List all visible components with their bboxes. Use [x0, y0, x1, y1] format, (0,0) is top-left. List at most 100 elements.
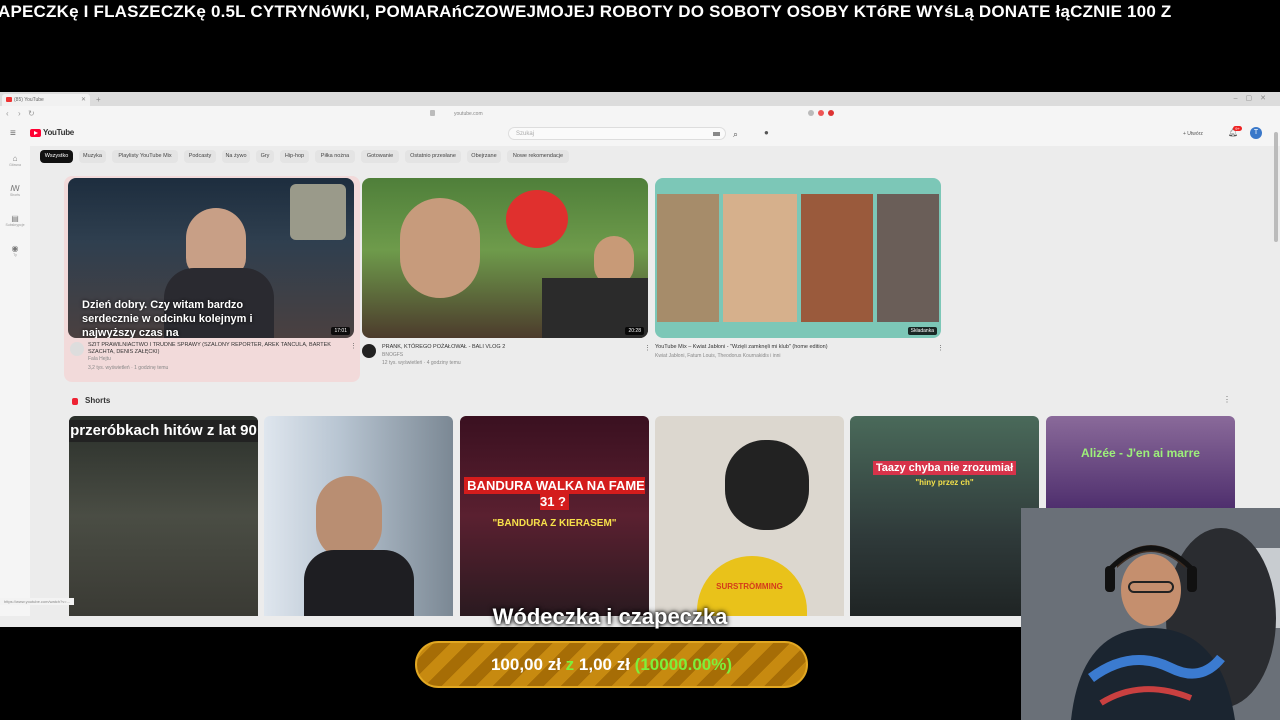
subscriptions-icon: ▤ — [11, 214, 19, 223]
short-caption-text: Taazy chyba nie zrozumiał — [872, 461, 1017, 475]
more-options-icon[interactable]: ⋮ — [1223, 395, 1231, 404]
short-card[interactable]: przeróbkach hitów z lat 90 — [69, 416, 258, 616]
chip[interactable]: Nowe rekomendacje — [507, 150, 569, 163]
sidebar-label: Shorts — [9, 193, 21, 197]
person-face — [400, 198, 480, 298]
video-subtitle-caption: Dzień dobry. Czy witam bardzo serdecznie… — [82, 299, 253, 338]
chip[interactable]: Ostatnio przesłane — [405, 150, 461, 163]
tab-bar: (85) YouTube ✕ + –▢✕ — [0, 92, 1280, 106]
chip[interactable]: Gotowanie — [361, 150, 399, 163]
short-caption: Taazy chyba nie zrozumiał — [850, 461, 1039, 475]
video-title[interactable]: PRANK, KTÓREGO POŻAŁOWAŁ - BALI VLOG 2 — [382, 344, 642, 351]
donation-progress-bar: 100,00 zł z 1,00 zł (10000.00%) — [415, 641, 808, 688]
window-controls[interactable]: –▢✕ — [1234, 94, 1274, 102]
video-meta: 3,2 tys. wyświetleń · 1 godzinę temu — [88, 365, 169, 371]
mic-icon[interactable]: ● — [764, 128, 769, 137]
url-field[interactable]: youtube.com — [430, 109, 850, 119]
short-subcaption: "hiny przez ch" — [915, 478, 974, 487]
short-card[interactable] — [264, 416, 453, 616]
short-card[interactable]: BANDURA WALKA NA FAME 31 ? "BANDURA Z KI… — [460, 416, 649, 616]
mix-tile-image — [877, 194, 939, 322]
shorts-heading: Shorts — [85, 396, 111, 405]
search-icon[interactable]: ⌕ — [733, 129, 738, 140]
youtube-logo-text[interactable]: YouTube — [43, 128, 74, 137]
more-options-icon[interactable]: ⋮ — [644, 344, 651, 352]
mix-label: Składanka — [907, 327, 937, 335]
mix-tile-image — [801, 194, 873, 322]
youtube-logo-icon[interactable] — [30, 129, 41, 137]
sidebar-label: Ty — [13, 253, 17, 257]
chip[interactable]: Hip-hop — [280, 150, 309, 163]
sidebar-item-home[interactable]: ⌂ Główna — [0, 154, 30, 167]
chip[interactable]: Na żywo — [222, 150, 250, 163]
chip[interactable]: Playlisty YouTube Mix — [112, 150, 178, 163]
video-card[interactable]: Składanka YouTube Mix – Kwiat Jabłoni - … — [655, 178, 951, 378]
notification-badge: 9+ — [1233, 126, 1242, 131]
channel-name[interactable]: BNOGFS — [382, 352, 403, 358]
person-face — [316, 476, 382, 560]
more-options-icon[interactable]: ⋮ — [350, 342, 357, 350]
youtube-header: ≡ YouTube Szukaj ⌕ ● + Utwórz 🔔︎ 9+ T — [0, 122, 1280, 146]
amount-current: 100,00 zł — [490, 655, 561, 674]
chip-all[interactable]: Wszystko — [40, 150, 73, 163]
donation-goal-title: Wódeczka i czapeczka — [492, 604, 728, 629]
video-thumbnail[interactable]: Składanka — [655, 178, 941, 338]
channel-avatar[interactable] — [362, 344, 376, 358]
sidebar-label: Główna — [9, 163, 21, 167]
back-icon[interactable]: ‹ — [6, 109, 9, 118]
extension-icon[interactable] — [818, 110, 824, 116]
sidebar-item-shorts[interactable]: ꟿ Shorts — [0, 184, 30, 197]
video-meta: 12 tys. wyświetleń · 4 godziny temu — [382, 360, 461, 366]
new-tab-icon[interactable]: + — [96, 95, 101, 104]
short-subcaption: SURSTRÖMMING — [716, 582, 783, 591]
ticker-text: APECZKę I FLASZECZKę 0.5L CYTRYNóWKI, PO… — [0, 2, 1172, 21]
keyboard-icon[interactable] — [713, 132, 720, 136]
channel-avatar[interactable] — [70, 342, 84, 356]
video-card[interactable]: Dzień dobry. Czy witam bardzo serdecznie… — [64, 176, 360, 382]
video-title[interactable]: SZIT PRAWILNIACTWO I TRUDNE SPRAWY (SZAL… — [88, 342, 348, 356]
extension-icon[interactable] — [808, 110, 814, 116]
tab-title: (85) YouTube — [14, 97, 44, 103]
close-tab-icon[interactable]: ✕ — [81, 96, 86, 103]
scrollbar[interactable] — [1274, 132, 1278, 242]
extension-icon[interactable] — [828, 110, 834, 116]
menu-icon[interactable]: ≡ — [10, 128, 16, 139]
video-card[interactable]: 20:28 PRANK, KTÓREGO POŻAŁOWAŁ - BALI VL… — [362, 178, 658, 378]
chip[interactable]: Piłka nożna — [315, 150, 355, 163]
video-title[interactable]: YouTube Mix – Kwiat Jabłoni - "Wzięli za… — [655, 344, 915, 351]
reload-icon[interactable]: ↻ — [28, 109, 35, 118]
short-card[interactable]: Taazy chyba nie zrozumiał "hiny przez ch… — [850, 416, 1039, 616]
short-card[interactable]: SURSTRÖMMING — [655, 416, 844, 616]
amount-goal: 1,00 zł — [578, 655, 630, 674]
video-duration: 20:28 — [625, 327, 644, 335]
short-caption-text: BANDURA WALKA NA FAME 31 ? — [464, 477, 645, 510]
video-duration: 17:01 — [331, 327, 350, 335]
chip[interactable]: Gry — [256, 150, 274, 163]
avatar[interactable]: T — [1250, 127, 1262, 139]
status-url: https://www.youtube.com/watch?v=... — [0, 598, 74, 605]
short-caption: BANDURA WALKA NA FAME 31 ? — [460, 477, 649, 510]
stream-screen: APECZKę I FLASZECZKę 0.5L CYTRYNóWKI, PO… — [0, 0, 1280, 720]
channel-name[interactable]: Kwiat Jabłoni, Fatum Louis, Theodorus Ko… — [655, 353, 781, 359]
search-input[interactable]: Szukaj — [508, 127, 726, 140]
short-subcaption: "BANDURA Z KIERASEM" — [492, 518, 617, 529]
chip[interactable]: Muzyka — [79, 150, 106, 163]
sidebar-item-subscriptions[interactable]: ▤ Subskrypcje — [0, 214, 30, 227]
shorts-icon — [72, 398, 78, 405]
separator: z — [565, 655, 575, 674]
home-icon: ⌂ — [12, 154, 18, 163]
video-thumbnail[interactable]: Dzień dobry. Czy witam bardzo serdecznie… — [68, 178, 354, 338]
sidebar-item-you[interactable]: ◉ Ty — [0, 244, 30, 257]
forward-icon[interactable]: › — [18, 109, 21, 118]
webcam-feed — [1021, 508, 1280, 720]
create-button[interactable]: + Utwórz — [1183, 128, 1219, 140]
chip[interactable]: Podcasty — [184, 150, 216, 163]
video-thumbnail[interactable]: 20:28 — [362, 178, 648, 338]
more-options-icon[interactable]: ⋮ — [937, 344, 944, 352]
short-caption: przeróbkach hitów z lat 90 — [69, 420, 258, 442]
ticker: APECZKę I FLASZECZKę 0.5L CYTRYNóWKI, PO… — [0, 0, 1280, 26]
channel-name[interactable]: Fala Hejtu — [88, 356, 111, 362]
mix-tile-image — [657, 194, 719, 322]
browser-tab[interactable]: (85) YouTube ✕ — [2, 94, 90, 106]
chip[interactable]: Obejrzane — [467, 150, 501, 163]
